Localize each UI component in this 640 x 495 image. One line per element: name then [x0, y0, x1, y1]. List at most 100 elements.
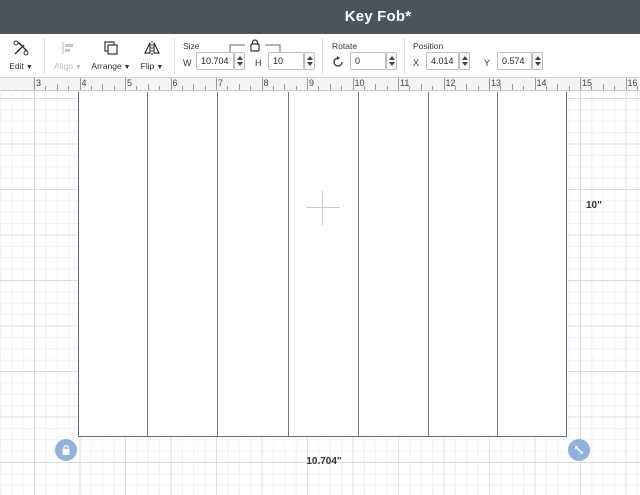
rotate-stepper[interactable]	[386, 52, 397, 70]
y-position-stepper[interactable]	[532, 52, 543, 70]
size-label: Size	[183, 41, 200, 51]
arrow-up-icon	[307, 56, 313, 60]
width-input[interactable]: 10.704	[196, 52, 234, 70]
ruler-minor-tick	[113, 86, 115, 90]
arrow-up-icon	[389, 56, 395, 60]
height-label: H	[255, 58, 262, 68]
flip-label: Flip	[140, 61, 155, 71]
width-stepper[interactable]	[234, 52, 245, 70]
ruler-number: 5	[127, 78, 133, 88]
ruler-minor-tick	[375, 84, 377, 90]
ruler-minor-tick	[329, 84, 331, 90]
ruler-number: 3	[36, 78, 42, 88]
panel-score-line	[288, 92, 289, 436]
panel-score-line	[428, 92, 429, 436]
design-canvas[interactable]: 10" 10.704"	[0, 92, 640, 495]
arrow-down-icon	[535, 62, 541, 66]
horizontal-ruler: 3 4 5 6 7 8 9 10 11 12 13 14 15 16	[0, 78, 640, 91]
arrange-icon	[89, 38, 133, 58]
ruler-number: 6	[172, 78, 178, 88]
lock-handle[interactable]	[55, 439, 77, 461]
ruler-minor-tick	[68, 86, 70, 90]
ruler-minor-tick	[523, 86, 525, 90]
chevron-down-icon: ▼	[156, 64, 164, 71]
divider	[322, 38, 323, 74]
x-position-input[interactable]: 4.014	[426, 52, 459, 70]
edit-menu-button[interactable]: Edit ▼	[4, 38, 38, 71]
panel-score-line	[147, 92, 148, 436]
arrow-up-icon	[535, 56, 541, 60]
divider	[44, 38, 45, 74]
ruler-minor-tick	[454, 86, 456, 90]
ruler-minor-tick	[545, 86, 547, 90]
ruler-minor-tick	[147, 84, 149, 90]
lock-icon	[250, 39, 260, 52]
arrange-label: Arrange	[91, 61, 122, 71]
chevron-down-icon: ▼	[123, 64, 131, 71]
ruler-major-tick	[170, 78, 172, 90]
ruler-number: 11	[400, 78, 410, 88]
align-menu-button[interactable]: Align ▼	[48, 38, 88, 71]
ruler-major-tick	[580, 78, 581, 90]
flip-icon	[136, 38, 168, 58]
arrow-down-icon	[462, 62, 468, 66]
key-fob-shape[interactable]	[78, 92, 567, 437]
ruler-minor-tick	[386, 86, 388, 90]
ruler-major-tick	[261, 78, 263, 90]
divider	[174, 38, 175, 74]
ruler-minor-tick	[477, 86, 479, 90]
height-dimension-label: 10"	[586, 200, 602, 211]
ruler-minor-tick	[90, 86, 92, 90]
ruler-major-tick	[489, 78, 490, 90]
ruler-minor-tick	[250, 86, 252, 90]
center-crosshair-icon	[306, 191, 340, 225]
ruler-major-tick	[216, 78, 217, 90]
arrow-down-icon	[389, 62, 395, 66]
ruler-number: 8	[263, 78, 269, 88]
resize-icon	[575, 446, 583, 454]
panel-score-line	[217, 92, 218, 436]
ruler-number: 9	[309, 78, 315, 88]
ruler-minor-tick	[614, 86, 616, 90]
height-stepper[interactable]	[304, 52, 315, 70]
window-title: Key Fob*	[344, 8, 412, 25]
panel-score-line	[497, 92, 498, 436]
arrange-menu-button[interactable]: Arrange ▼	[89, 38, 133, 71]
arrow-up-icon	[237, 56, 243, 60]
ruler-major-tick	[125, 78, 126, 90]
ruler-minor-tick	[557, 84, 559, 90]
ruler-minor-tick	[500, 86, 502, 90]
title-bar: Key Fob*	[0, 0, 640, 34]
ruler-minor-tick	[591, 86, 593, 90]
x-position-stepper[interactable]	[459, 52, 470, 70]
edit-label: Edit	[9, 61, 24, 71]
ruler-minor-tick	[102, 84, 104, 90]
ruler-minor-tick	[193, 84, 195, 90]
ruler-minor-tick	[318, 86, 320, 90]
y-position-input[interactable]: 0.574	[497, 52, 532, 70]
ruler-minor-tick	[284, 84, 286, 90]
rotate-icon	[331, 55, 345, 71]
chevron-down-icon: ▼	[25, 64, 33, 71]
rotate-label: Rotate	[332, 41, 358, 51]
resize-handle[interactable]	[568, 439, 590, 461]
position-label: Position	[413, 41, 444, 51]
rotate-input[interactable]: 0	[350, 52, 386, 70]
ruler-major-tick	[307, 78, 308, 90]
panel-score-line	[358, 92, 359, 436]
ruler-minor-tick	[602, 84, 604, 90]
ruler-minor-tick	[204, 86, 206, 90]
arrow-up-icon	[462, 56, 468, 60]
flip-menu-button[interactable]: Flip ▼	[136, 38, 168, 71]
ruler-minor-tick	[466, 84, 468, 90]
height-input[interactable]: 10	[268, 52, 304, 70]
ruler-major-tick	[534, 78, 536, 90]
edit-toolbar: Edit ▼ Align ▼ Arrange ▼ Flip ▼ Size W 10.70…	[0, 34, 640, 78]
edit-icon	[4, 38, 38, 58]
ruler-minor-tick	[432, 86, 434, 90]
y-label: Y	[484, 58, 491, 68]
ruler-minor-tick	[636, 86, 638, 90]
ruler-minor-tick	[511, 84, 513, 90]
chevron-down-icon: ▼	[74, 64, 82, 71]
align-icon	[48, 38, 88, 58]
